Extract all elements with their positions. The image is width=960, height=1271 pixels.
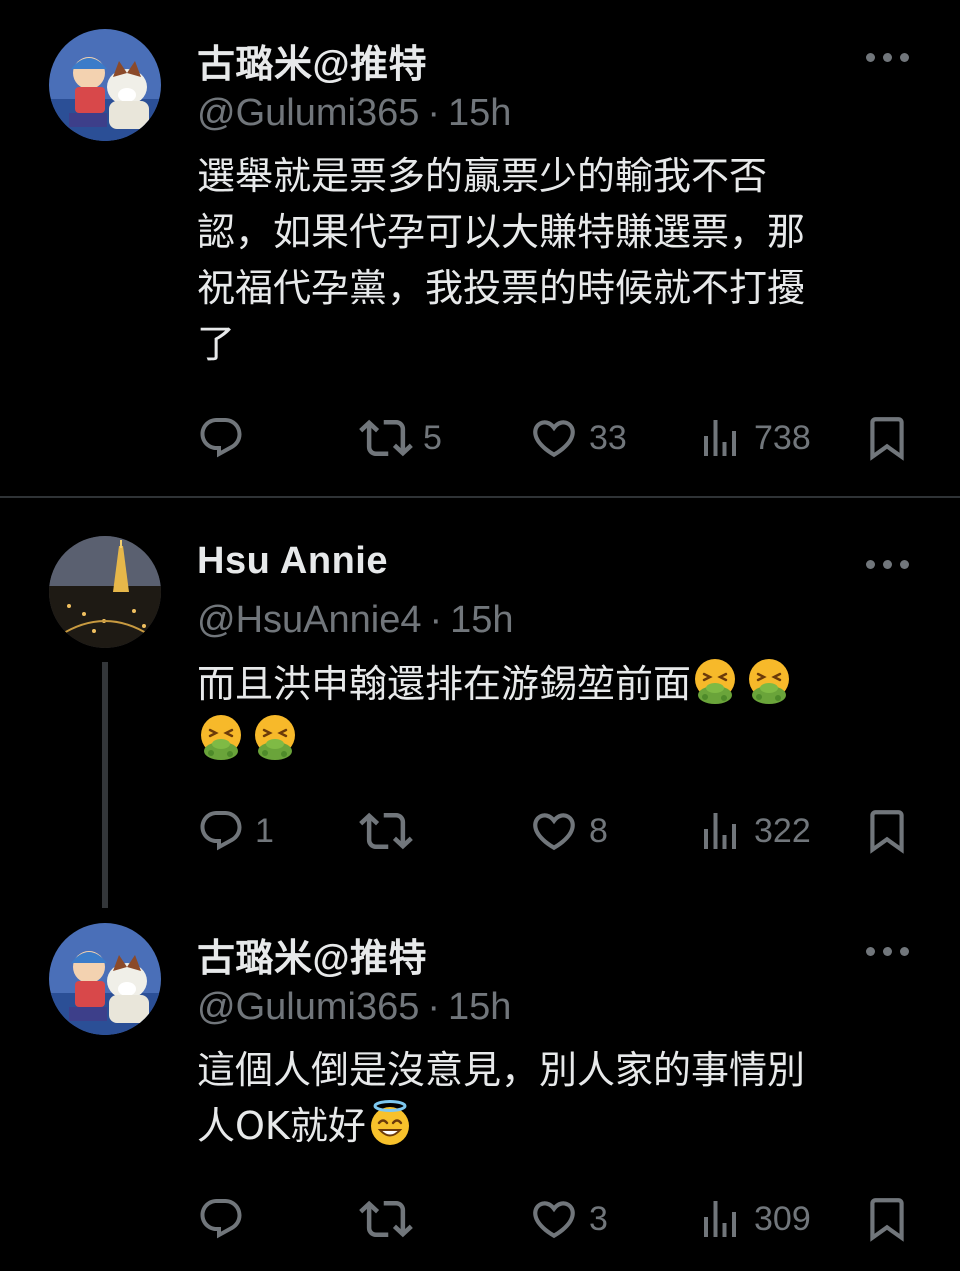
timestamp[interactable]: 15h — [448, 92, 511, 134]
separator: · — [427, 986, 440, 1028]
tweet-text-line: 了 — [197, 322, 236, 366]
like-count: 33 — [589, 418, 627, 457]
views-chart-icon — [696, 1195, 744, 1243]
smiling-face-with-halo-emoji — [366, 1099, 414, 1147]
handle[interactable]: @Gulumi365 — [197, 92, 419, 134]
more-dots-icon[interactable] — [866, 558, 910, 570]
retweet-count: 5 — [423, 418, 442, 457]
more-dots-icon[interactable] — [866, 945, 910, 957]
face-vomiting-emoji — [197, 713, 245, 761]
action-bar: 5 33 738 — [0, 412, 960, 464]
bookmark-icon — [862, 806, 912, 856]
view-count: 322 — [754, 811, 811, 850]
avatar-gulumi-image — [49, 29, 161, 141]
avatar[interactable] — [49, 923, 161, 1035]
timestamp[interactable]: 15h — [448, 986, 511, 1028]
display-name[interactable]: 古璐米@推特 — [197, 927, 427, 982]
retweet-button[interactable]: 5 — [359, 412, 442, 464]
bookmark-button[interactable] — [862, 1193, 912, 1245]
separator: · — [429, 599, 443, 641]
tweet-text: 這個人倒是沒意見，別人家的事情別 人OK就好 — [197, 1042, 897, 1154]
tweet-text-line: 這個人倒是沒意見，別人家的事情別 — [197, 1048, 806, 1092]
reply-button[interactable]: 1 — [197, 805, 274, 857]
like-count: 8 — [589, 811, 608, 850]
reply-icon — [197, 414, 245, 462]
thread-connector-line — [102, 662, 108, 908]
retweet-icon — [359, 1192, 413, 1246]
handle-line: @Gulumi365 · 15h — [197, 92, 511, 135]
handle[interactable]: @Gulumi365 — [197, 986, 419, 1028]
divider — [0, 496, 960, 498]
handle-line: @Gulumi365 · 15h — [197, 986, 511, 1029]
view-count: 738 — [754, 418, 811, 457]
face-vomiting-emoji — [691, 657, 739, 705]
tweet-text: 而且洪申翰還排在游錫堃前面 — [197, 656, 897, 768]
tweet-text-line: 祝福代孕黨，我投票的時候就不打擾 — [197, 266, 806, 310]
avatar[interactable] — [49, 536, 161, 648]
separator: · — [427, 92, 440, 134]
face-vomiting-emoji — [745, 657, 793, 705]
avatar[interactable] — [49, 29, 161, 141]
tweet-text-line: 人OK就好 — [197, 1098, 897, 1154]
heart-icon — [529, 413, 579, 463]
display-name[interactable]: 古璐米@推特 — [197, 33, 427, 88]
bookmark-icon — [862, 413, 912, 463]
timestamp[interactable]: 15h — [450, 599, 513, 641]
like-button[interactable]: 3 — [529, 1193, 608, 1245]
retweet-button[interactable] — [359, 805, 423, 857]
bookmark-button[interactable] — [862, 805, 912, 857]
views-chart-icon — [696, 807, 744, 855]
bookmark-button[interactable] — [862, 412, 912, 464]
views-chart-icon — [696, 414, 744, 462]
views-button[interactable]: 322 — [696, 805, 811, 857]
avatar-eiffel-night-image — [49, 536, 161, 648]
retweet-button[interactable] — [359, 1193, 423, 1245]
display-name[interactable]: Hsu Annie — [197, 540, 388, 583]
reply-button[interactable] — [197, 412, 255, 464]
reply-icon — [197, 1195, 245, 1243]
heart-icon — [529, 806, 579, 856]
reply-count: 1 — [255, 811, 274, 850]
heart-icon — [529, 1194, 579, 1244]
like-button[interactable]: 33 — [529, 412, 627, 464]
reply-icon — [197, 807, 245, 855]
tweet-text-content: 人OK就好 — [197, 1104, 366, 1148]
tweet-text: 選舉就是票多的贏票少的輸我不否 認，如果代孕可以大賺特賺選票，那 祝福代孕黨，我… — [197, 148, 897, 372]
views-button[interactable]: 309 — [696, 1193, 811, 1245]
like-count: 3 — [589, 1199, 608, 1238]
more-dots-icon[interactable] — [866, 51, 910, 63]
like-button[interactable]: 8 — [529, 805, 608, 857]
handle-line: @HsuAnnie4 · 15h — [197, 599, 514, 642]
retweet-icon — [359, 411, 413, 465]
tweet-text-line: 而且洪申翰還排在游錫堃前面 — [197, 656, 897, 712]
views-button[interactable]: 738 — [696, 412, 811, 464]
reply-button[interactable] — [197, 1193, 255, 1245]
avatar-gulumi-image — [49, 923, 161, 1035]
handle[interactable]: @HsuAnnie4 — [197, 599, 421, 641]
retweet-icon — [359, 804, 413, 858]
tweet-text-line: 認，如果代孕可以大賺特賺選票，那 — [197, 210, 806, 254]
view-count: 309 — [754, 1199, 811, 1238]
bookmark-icon — [862, 1194, 912, 1244]
tweet-text-line: 選舉就是票多的贏票少的輸我不否 — [197, 154, 768, 198]
tweet-text-content: 而且洪申翰還排在游錫堃前面 — [197, 662, 692, 706]
tweet-text-line — [197, 712, 897, 768]
face-vomiting-emoji — [251, 713, 299, 761]
action-bar: 1 8 322 — [0, 805, 960, 857]
action-bar: 3 309 — [0, 1193, 960, 1245]
